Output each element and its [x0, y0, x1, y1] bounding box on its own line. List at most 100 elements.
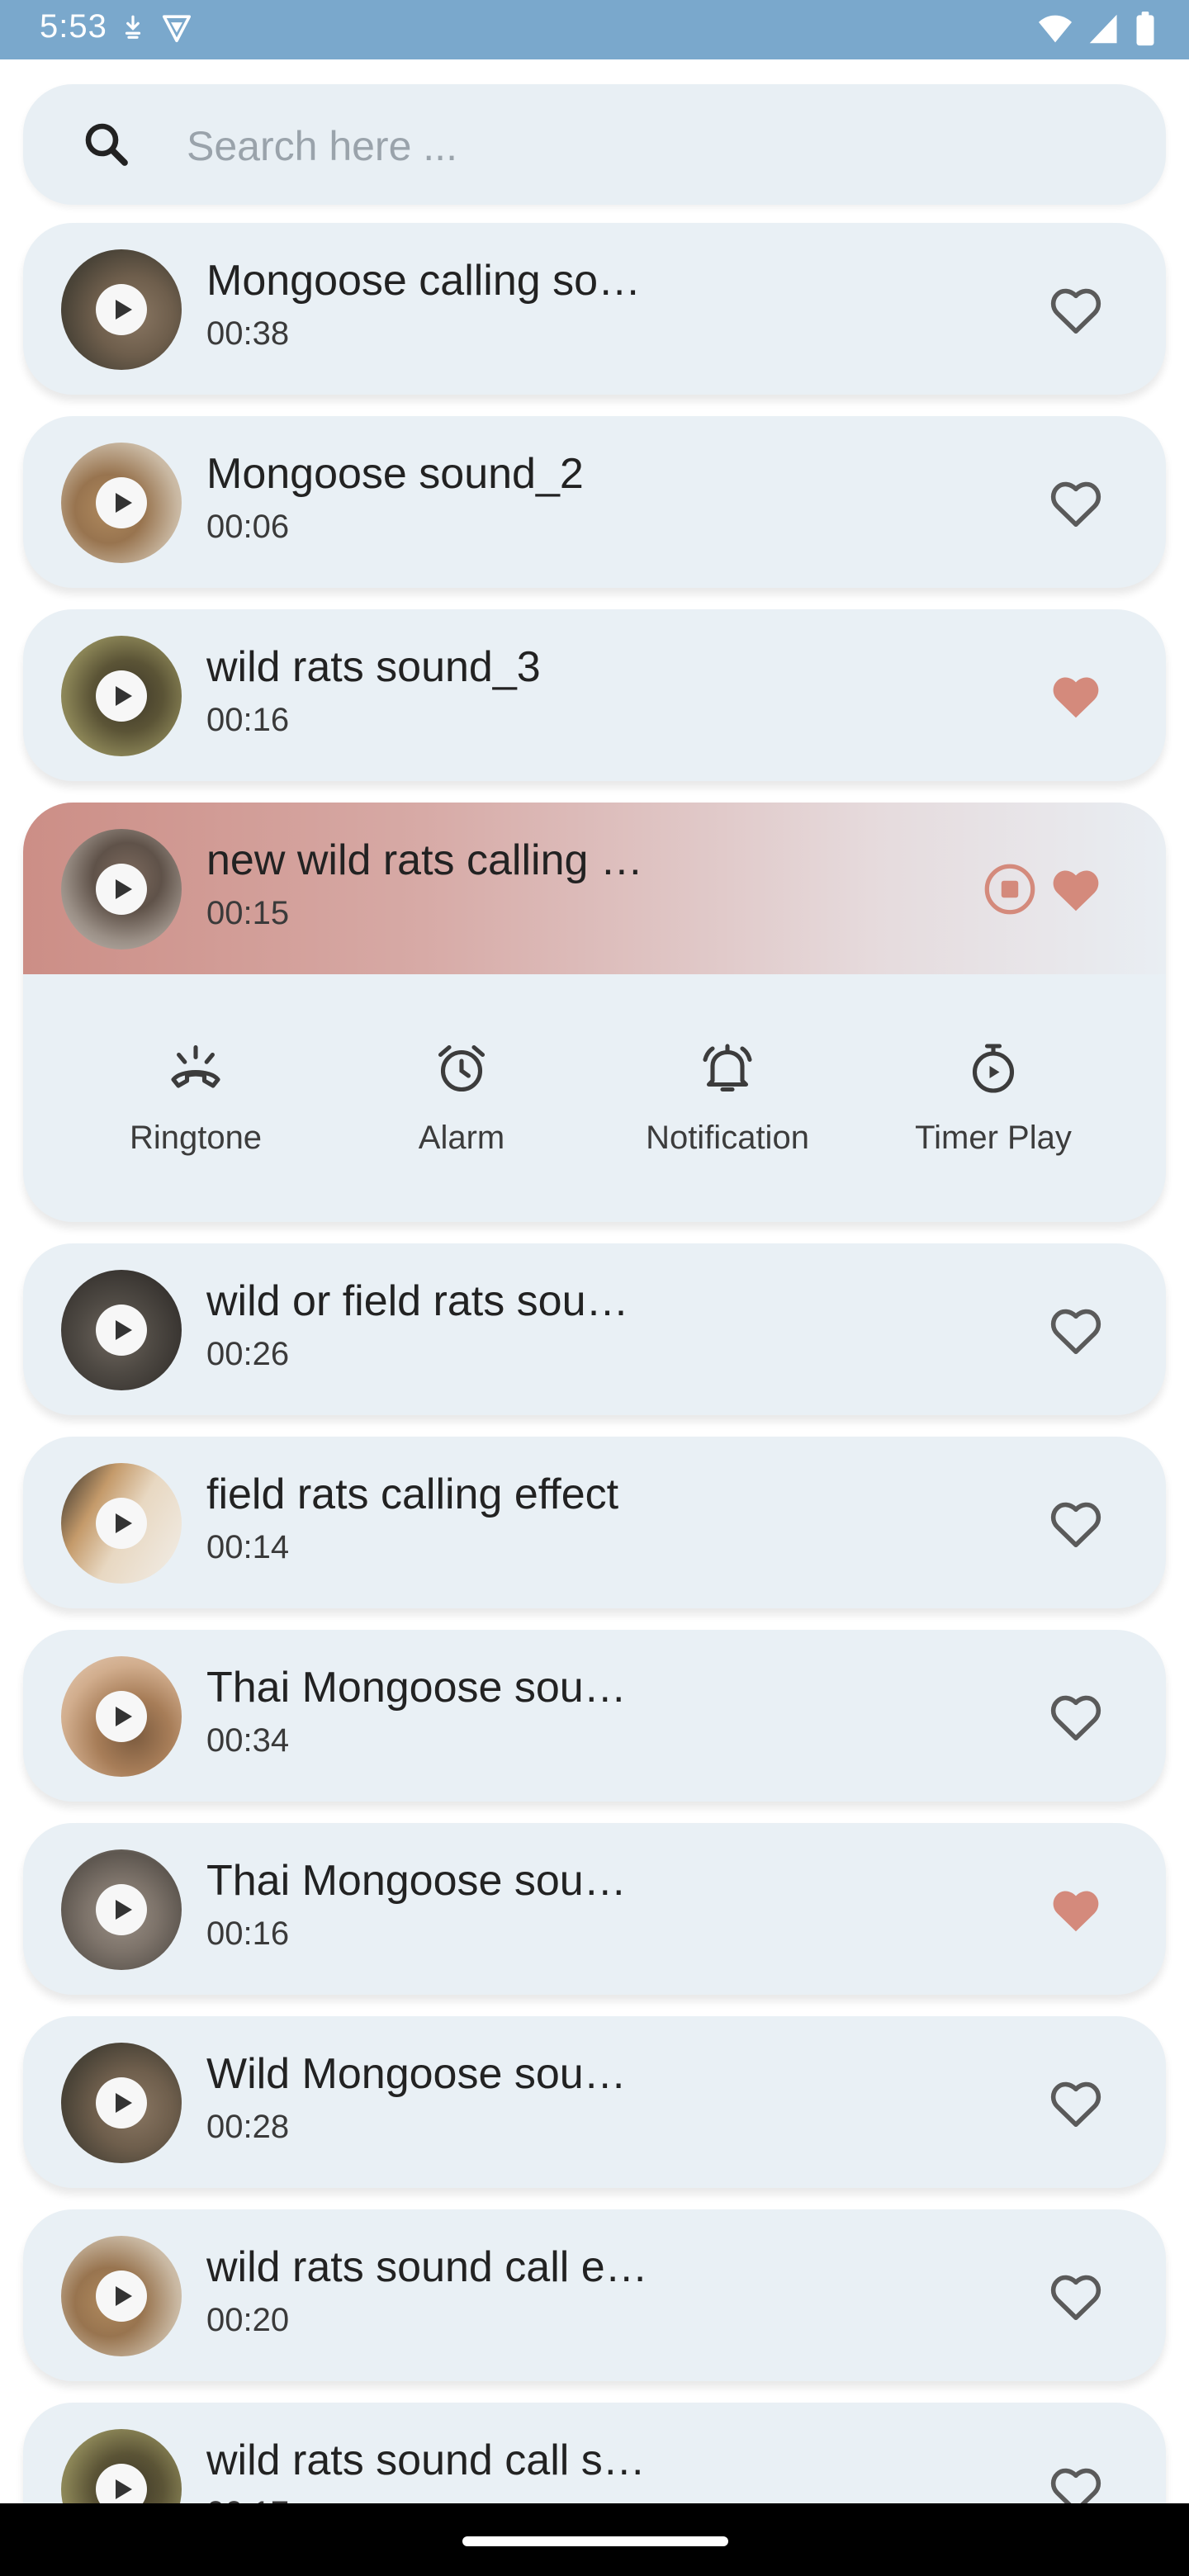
alarm-label: Alarm — [418, 1120, 505, 1156]
heart-outline-icon[interactable] — [1045, 2072, 1106, 2133]
heart-filled-icon[interactable] — [1045, 665, 1106, 727]
timer-play-button[interactable]: Timer Play — [860, 974, 1126, 1222]
item-title: new wild rats calling … — [206, 836, 643, 884]
play-icon[interactable] — [96, 284, 147, 335]
status-bar: 5:53 — [0, 0, 1189, 59]
alarm-button[interactable]: Alarm — [329, 974, 594, 1222]
item-title: wild rats sound_3 — [206, 643, 541, 691]
list-item-expanded[interactable]: new wild rats calling … 00:15 Ringtone A… — [23, 803, 1166, 1222]
item-title: Thai Mongoose sou… — [206, 1664, 627, 1712]
ringtone-icon — [171, 1044, 220, 1088]
heart-outline-icon[interactable] — [1045, 1686, 1106, 1747]
list-item[interactable]: wild rats sound_3 00:16 — [23, 609, 1166, 781]
thumbnail[interactable] — [61, 443, 182, 563]
heart-outline-icon[interactable] — [1045, 1493, 1106, 1554]
list-item-header[interactable]: wild rats sound_3 00:16 — [23, 609, 1166, 781]
heart-outline-icon[interactable] — [1045, 2459, 1106, 2503]
alarm-clock-icon — [438, 1044, 486, 1092]
status-time: 5:53 — [40, 8, 107, 45]
thumbnail[interactable] — [61, 1656, 182, 1777]
heart-filled-icon[interactable] — [1045, 859, 1106, 920]
list-item-header[interactable]: wild or field rats sou… 00:26 — [23, 1243, 1166, 1415]
item-title: wild rats sound call s… — [206, 2436, 646, 2484]
notification-button[interactable]: Notification — [594, 974, 860, 1222]
list-item[interactable]: Mongoose sound_2 00:06 — [23, 416, 1166, 588]
item-duration: 00:17 — [206, 2495, 289, 2503]
heart-filled-icon[interactable] — [1045, 1879, 1106, 1940]
list-item[interactable]: Thai Mongoose sou… 00:34 — [23, 1630, 1166, 1802]
play-icon[interactable] — [96, 2077, 147, 2129]
play-icon[interactable] — [96, 2464, 147, 2503]
list-item-header[interactable]: Wild Mongoose sou… 00:28 — [23, 2016, 1166, 2188]
status-right-icons — [1037, 12, 1156, 46]
item-duration: 00:06 — [206, 509, 290, 545]
play-icon[interactable] — [96, 1305, 147, 1356]
heart-outline-icon[interactable] — [1045, 2266, 1106, 2327]
list-item[interactable]: Wild Mongoose sou… 00:28 — [23, 2016, 1166, 2188]
search-input[interactable]: Search here ... — [187, 122, 457, 170]
list-item[interactable]: Mongoose calling so… 00:38 — [23, 223, 1166, 395]
play-icon[interactable] — [96, 1691, 147, 1742]
battery-icon — [1136, 12, 1154, 46]
heart-outline-icon[interactable] — [1045, 472, 1106, 533]
item-title: Thai Mongoose sou… — [206, 1857, 627, 1905]
search-icon[interactable] — [79, 117, 134, 172]
play-icon[interactable] — [96, 477, 147, 528]
item-title: Wild Mongoose sou… — [206, 2050, 627, 2098]
list-item[interactable]: wild or field rats sou… 00:26 — [23, 1243, 1166, 1415]
thumbnail[interactable] — [61, 1463, 182, 1584]
list-item[interactable]: wild rats sound call e… 00:20 — [23, 2209, 1166, 2381]
item-title: wild or field rats sou… — [206, 1277, 629, 1325]
action-row: Ringtone Alarm Notification Timer Play — [23, 974, 1166, 1222]
list-item-header[interactable]: new wild rats calling … 00:15 — [23, 803, 1166, 974]
timer-play-label: Timer Play — [915, 1120, 1072, 1156]
play-icon[interactable] — [96, 1498, 147, 1549]
list-item-header[interactable]: wild rats sound call s… 00:17 — [23, 2403, 1166, 2503]
vpn-shield-icon — [162, 15, 192, 43]
item-title: Mongoose sound_2 — [206, 450, 584, 498]
signal-icon — [1089, 14, 1117, 44]
status-left-icons — [121, 13, 193, 43]
item-duration: 00:14 — [206, 1529, 290, 1565]
item-title: wild rats sound call e… — [206, 2243, 648, 2291]
item-duration: 00:34 — [206, 1722, 290, 1759]
thumbnail[interactable] — [61, 2236, 182, 2356]
item-duration: 00:28 — [206, 2109, 290, 2145]
thumbnail[interactable] — [61, 249, 182, 370]
list-item-header[interactable]: Thai Mongoose sou… 00:34 — [23, 1630, 1166, 1802]
play-icon[interactable] — [96, 2271, 147, 2322]
gesture-nav-bar — [0, 2503, 1189, 2576]
play-icon[interactable] — [96, 670, 147, 722]
notification-label: Notification — [646, 1120, 809, 1156]
list-item-header[interactable]: Thai Mongoose sou… 00:16 — [23, 1823, 1166, 1995]
list-item[interactable]: Thai Mongoose sou… 00:16 — [23, 1823, 1166, 1995]
notification-bell-icon — [703, 1044, 752, 1092]
list-item[interactable]: field rats calling effect 00:14 — [23, 1437, 1166, 1608]
thumbnail[interactable] — [61, 1270, 182, 1390]
play-icon[interactable] — [96, 1884, 147, 1935]
play-icon[interactable] — [96, 864, 147, 915]
heart-outline-icon[interactable] — [1045, 279, 1106, 340]
heart-outline-icon[interactable] — [1045, 1300, 1106, 1361]
stop-icon[interactable] — [981, 860, 1039, 918]
ringtone-button[interactable]: Ringtone — [63, 974, 329, 1222]
thumbnail[interactable] — [61, 829, 182, 949]
list-item[interactable]: wild rats sound call s… 00:17 — [23, 2403, 1166, 2503]
search-bar[interactable]: Search here ... — [23, 84, 1166, 205]
thumbnail[interactable] — [61, 1849, 182, 1970]
wifi-icon — [1039, 15, 1072, 43]
ringtone-label: Ringtone — [129, 1120, 263, 1156]
thumbnail[interactable] — [61, 636, 182, 756]
item-title: Mongoose calling so… — [206, 257, 642, 305]
home-handle[interactable] — [462, 2536, 728, 2546]
thumbnail[interactable] — [61, 2429, 182, 2503]
item-duration: 00:15 — [206, 895, 290, 931]
list-item-header[interactable]: Mongoose calling so… 00:38 — [23, 223, 1166, 395]
list-item-header[interactable]: Mongoose sound_2 00:06 — [23, 416, 1166, 588]
thumbnail[interactable] — [61, 2043, 182, 2163]
list-item-header[interactable]: field rats calling effect 00:14 — [23, 1437, 1166, 1608]
item-duration: 00:38 — [206, 315, 290, 352]
item-duration: 00:26 — [206, 1336, 290, 1372]
list-item-header[interactable]: wild rats sound call e… 00:20 — [23, 2209, 1166, 2381]
sound-list: Mongoose calling so… 00:38 Mongoose soun… — [0, 0, 1189, 2503]
